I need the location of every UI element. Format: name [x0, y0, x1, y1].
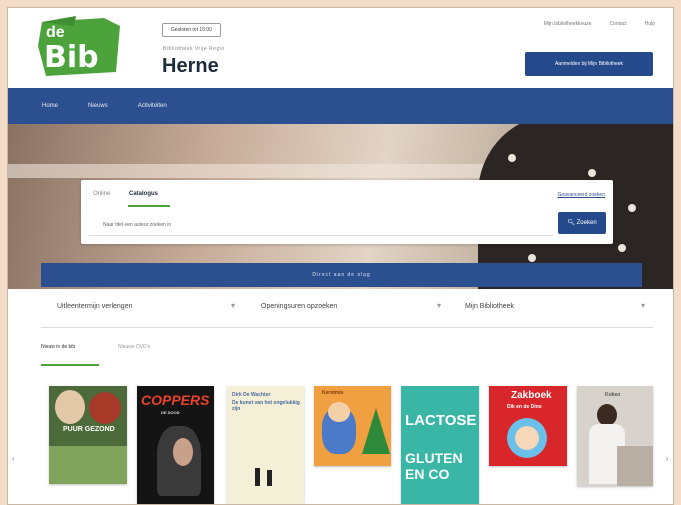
- page-title: Herne: [162, 55, 219, 77]
- book-cover[interactable]: Kerstmis: [314, 386, 391, 466]
- login-button[interactable]: Aanmelden bij Mijn Bibliotheek: [525, 52, 653, 76]
- nav-item-home[interactable]: Home: [42, 103, 58, 109]
- quick-link-renew[interactable]: Uitleentermijn verlengen: [57, 303, 132, 310]
- library-name: Bibliotheek Vrije Regio: [163, 46, 225, 52]
- search-panel: Online Catalogus Geavanceerd zoeken Naar…: [81, 180, 613, 244]
- book-cover[interactable]: PUUR GEZOND: [49, 386, 127, 484]
- main-nav: Home Nieuws Activiteiten: [8, 88, 673, 124]
- book-title: LACTOSE: [405, 412, 477, 429]
- advanced-search-link[interactable]: Geavanceerd zoeken: [557, 192, 605, 198]
- book-cover[interactable]: COPPERS DE DOOD: [137, 386, 214, 504]
- book-subtitle: Dik en de Dino: [507, 404, 542, 410]
- active-tab-indicator: [41, 364, 99, 366]
- book-cover[interactable]: Zakboek Dik en de Dino: [489, 386, 567, 466]
- top-link-contact[interactable]: Contact: [609, 21, 626, 27]
- browser-frame: de Bib Gesloten tot 15:00 Bibliotheek Vr…: [7, 7, 674, 505]
- search-button-label: Zoeken: [576, 220, 597, 226]
- book-title: Zakboek: [511, 390, 552, 401]
- search-input[interactable]: Naar titel een auteur zoeken in: [89, 214, 553, 236]
- quick-link-opening-hours[interactable]: Openingsuren opzoeken: [261, 303, 337, 310]
- book-title: PUUR GEZOND: [63, 426, 115, 433]
- book-title: Koken: [605, 392, 621, 398]
- nav-item-activities[interactable]: Activiteiten: [138, 103, 167, 109]
- search-button[interactable]: 🔍︎ Zoeken: [558, 212, 606, 234]
- logo-text-bib: Bib: [44, 40, 99, 75]
- book-title: De kunst van het ongelukkig zijn: [232, 400, 300, 412]
- top-link-library-choice[interactable]: Mijn bibliotheekkeuze: [544, 21, 592, 27]
- site-header: de Bib Gesloten tot 15:00 Bibliotheek Vr…: [8, 8, 673, 88]
- book-title: Kerstmis: [322, 390, 344, 396]
- chevron-down-icon: ▾: [231, 301, 236, 310]
- book-subtitle: DE DOOD: [161, 410, 180, 415]
- opening-status-badge: Gesloten tot 15:00: [162, 23, 221, 37]
- tab-new-in-bib[interactable]: Nieuw in de bib: [41, 344, 75, 350]
- book-cover[interactable]: Koken: [577, 386, 653, 486]
- get-started-bar[interactable]: Direct aan de slag: [41, 263, 642, 287]
- quick-link-my-library[interactable]: Mijn Bibliotheek: [465, 303, 514, 310]
- search-icon: 🔍︎: [567, 220, 575, 226]
- quick-links: Uitleentermijn verlengen ▾ Openingsuren …: [41, 290, 653, 328]
- tab-new-dvds[interactable]: Nieuwe DVD's: [118, 344, 150, 350]
- book-cover[interactable]: Dirk De Wachter De kunst van het ongeluk…: [227, 386, 304, 504]
- chevron-down-icon: ▾: [437, 301, 442, 310]
- carousel-prev-icon[interactable]: ‹: [12, 456, 14, 463]
- nav-item-news[interactable]: Nieuws: [88, 103, 108, 109]
- debib-logo[interactable]: de Bib: [36, 16, 124, 78]
- tab-catalogus[interactable]: Catalogus: [129, 191, 158, 197]
- book-subtitle: GLUTEN EN CO: [405, 450, 463, 482]
- book-cover[interactable]: LACTOSE GLUTEN EN CO: [401, 386, 479, 504]
- top-links: Mijn bibliotheekkeuze Contact Hulp: [544, 21, 655, 27]
- book-title: COPPERS: [141, 392, 210, 408]
- chevron-down-icon: ▾: [641, 301, 646, 310]
- tab-online[interactable]: Online: [93, 191, 110, 197]
- active-tab-indicator: [128, 205, 170, 207]
- carousel-next-icon[interactable]: ›: [666, 456, 668, 463]
- book-author: Dirk De Wachter: [232, 392, 271, 398]
- top-link-help[interactable]: Hulp: [645, 21, 655, 27]
